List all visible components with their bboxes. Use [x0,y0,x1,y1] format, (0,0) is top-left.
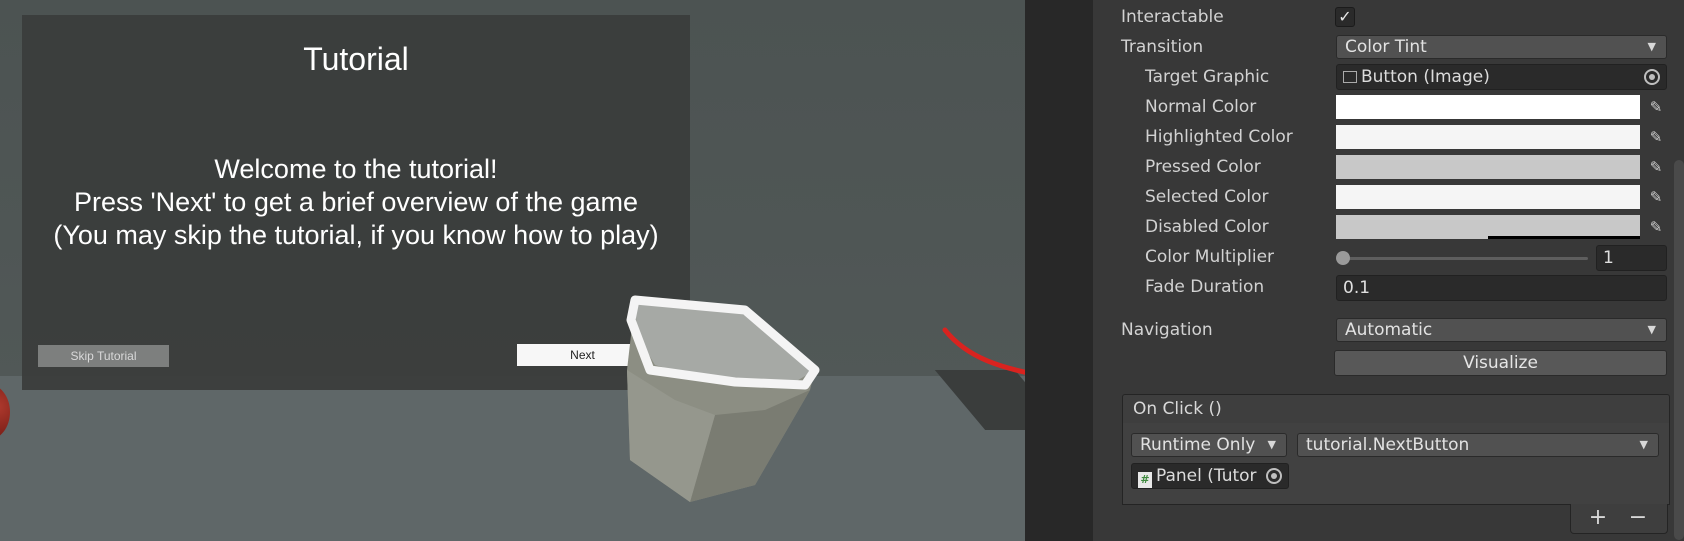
object-picker-icon[interactable] [1644,69,1660,85]
eyedropper-icon[interactable]: ✎ [1646,127,1666,147]
chevron-down-icon: ▼ [1647,323,1656,336]
navigation-value: Automatic [1345,320,1433,340]
tutorial-body: Welcome to the tutorial! Press 'Next' to… [22,153,690,252]
add-listener-button[interactable]: + [1583,506,1613,530]
normal-color-swatch[interactable] [1336,95,1640,119]
interactable-label: Interactable [1121,7,1224,27]
color-multiplier-slider[interactable] [1344,257,1588,260]
target-graphic-value: Button (Image) [1361,67,1490,87]
runtime-mode-value: Runtime Only [1140,435,1256,455]
visualize-button[interactable]: Visualize [1334,350,1667,376]
highlighted-color-label: Highlighted Color [1145,127,1293,147]
eyedropper-icon[interactable]: ✎ [1646,187,1666,207]
cup-model [626,295,820,502]
chevron-down-icon: ▼ [1647,40,1656,53]
image-icon [1343,71,1357,83]
eyedropper-icon[interactable]: ✎ [1646,157,1666,177]
red-arrow-annotation [942,327,1025,375]
interactable-checkbox[interactable]: ✓ [1335,7,1355,27]
disabled-color-swatch[interactable] [1336,215,1640,239]
selected-color-label: Selected Color [1145,187,1269,207]
navigation-dropdown[interactable]: Automatic ▼ [1336,318,1667,342]
selected-color-swatch[interactable] [1336,185,1640,209]
chevron-down-icon: ▼ [1267,438,1276,451]
fade-duration-input[interactable]: 0.1 [1336,275,1667,301]
highlighted-color-swatch[interactable] [1336,125,1640,149]
add-remove-bar: + − [1570,504,1668,534]
inspector-gutter [1025,0,1093,541]
tutorial-line: (You may skip the tutorial, if you know … [53,220,659,250]
transition-label: Transition [1121,37,1204,57]
target-graphic-field[interactable]: Button (Image) [1336,64,1667,90]
target-object-value: Panel (Tutor [1156,466,1257,486]
tutorial-title: Tutorial [303,41,409,77]
pressed-color-label: Pressed Color [1145,157,1261,177]
slider-knob[interactable] [1336,251,1350,265]
target-object-field[interactable]: # Panel (Tutor [1131,463,1289,489]
remove-listener-button[interactable]: − [1623,506,1653,530]
tutorial-panel: Tutorial Welcome to the tutorial! Press … [22,15,690,390]
target-graphic-label: Target Graphic [1145,67,1270,87]
disabled-color-label: Disabled Color [1145,217,1269,237]
floor-plane [0,376,1025,541]
transition-dropdown[interactable]: Color Tint ▼ [1336,35,1667,59]
pressed-color-swatch[interactable] [1336,155,1640,179]
on-click-header: On Click () [1122,394,1670,424]
color-multiplier-input[interactable]: 1 [1596,245,1667,271]
game-view: Tutorial Welcome to the tutorial! Press … [0,0,1025,541]
transition-value: Color Tint [1345,37,1427,57]
normal-color-label: Normal Color [1145,97,1257,117]
function-dropdown[interactable]: tutorial.NextButton ▼ [1297,433,1659,457]
eyedropper-icon[interactable]: ✎ [1646,217,1666,237]
runtime-mode-dropdown[interactable]: Runtime Only ▼ [1131,433,1287,457]
chevron-down-icon: ▼ [1639,438,1648,451]
tutorial-line: Welcome to the tutorial! [214,154,498,184]
fade-duration-label: Fade Duration [1145,277,1265,297]
color-multiplier-label: Color Multiplier [1145,247,1275,267]
function-value: tutorial.NextButton [1306,435,1470,455]
tutorial-line: Press 'Next' to get a brief overview of … [73,187,639,217]
inspector-scrollbar[interactable] [1674,160,1684,540]
script-icon: # [1138,472,1152,488]
object-picker-icon[interactable] [1266,468,1282,484]
eyedropper-icon[interactable]: ✎ [1646,97,1666,117]
navigation-label: Navigation [1121,320,1213,340]
alpha-bar [1488,236,1640,239]
skip-tutorial-button[interactable]: Skip Tutorial [38,345,169,367]
